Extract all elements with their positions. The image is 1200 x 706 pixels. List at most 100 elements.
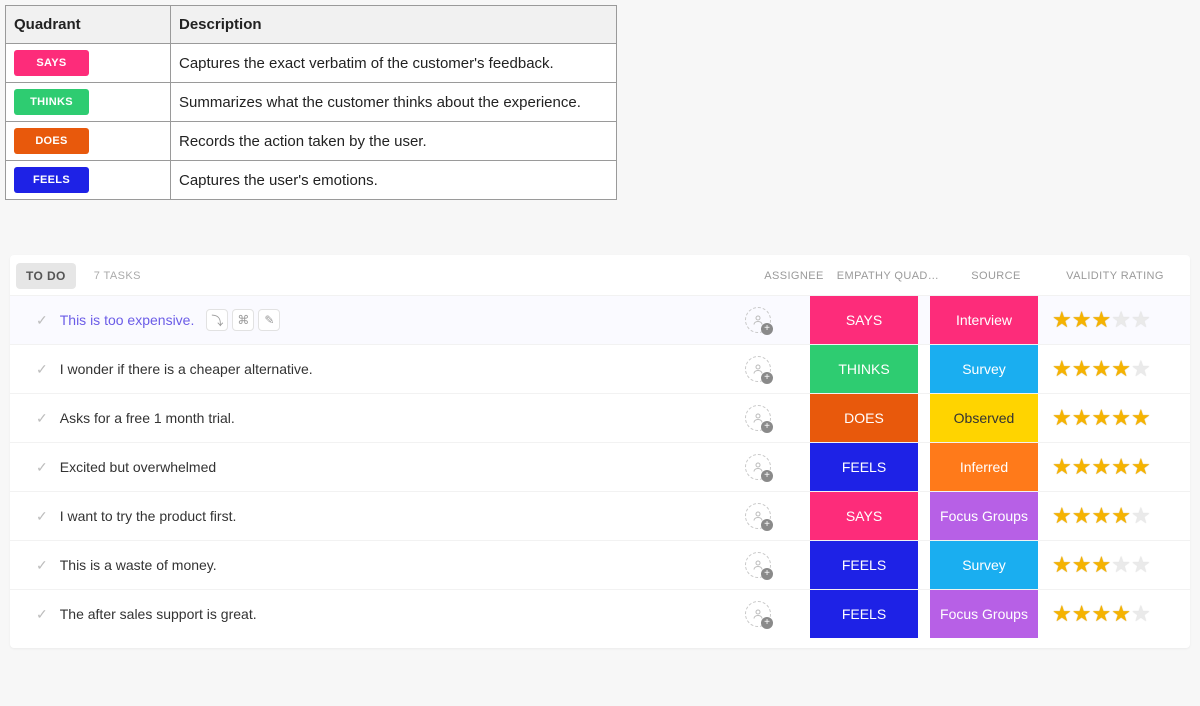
star-icon[interactable]: ★ [1072,554,1092,576]
star-icon[interactable]: ★ [1072,407,1092,429]
star-icon[interactable]: ★ [1131,407,1151,429]
assignee-add-icon[interactable] [745,552,771,578]
star-icon[interactable]: ★ [1052,358,1072,380]
assignee-cell[interactable] [718,503,798,529]
star-icon[interactable]: ★ [1052,554,1072,576]
task-row[interactable]: ✓ The after sales support is great. FEELSF… [10,589,1190,638]
star-icon[interactable]: ★ [1131,358,1151,380]
star-icon[interactable]: ★ [1072,358,1092,380]
quad-description: Summarizes what the customer thinks abou… [171,83,617,122]
source-cell[interactable]: Observed [930,394,1038,442]
star-icon[interactable]: ★ [1072,603,1092,625]
star-icon[interactable]: ★ [1072,456,1092,478]
star-icon[interactable]: ★ [1052,603,1072,625]
star-icon[interactable]: ★ [1052,309,1072,331]
assignee-add-icon[interactable] [745,601,771,627]
star-icon[interactable]: ★ [1091,554,1111,576]
assignee-add-icon[interactable] [745,307,771,333]
star-icon[interactable]: ★ [1111,554,1131,576]
star-icon[interactable]: ★ [1131,603,1151,625]
star-icon[interactable]: ★ [1131,554,1151,576]
star-icon[interactable]: ★ [1111,456,1131,478]
empathy-quadrant-cell[interactable]: DOES [810,394,918,442]
empathy-quadrant-cell[interactable]: FEELS [810,443,918,491]
empathy-quadrant-cell[interactable]: SAYS [810,492,918,540]
tag-icon[interactable]: ⌘ [232,309,254,331]
star-icon[interactable]: ★ [1111,358,1131,380]
check-icon[interactable]: ✓ [36,508,48,525]
star-icon[interactable]: ★ [1091,603,1111,625]
star-icon[interactable]: ★ [1072,505,1092,527]
star-icon[interactable]: ★ [1072,309,1092,331]
check-icon[interactable]: ✓ [36,410,48,427]
source-cell[interactable]: Survey [930,345,1038,393]
star-icon[interactable]: ★ [1131,309,1151,331]
star-icon[interactable]: ★ [1091,407,1111,429]
validity-rating-cell[interactable]: ★★★★★ [1050,554,1180,576]
empathy-quadrant-cell[interactable]: THINKS [810,345,918,393]
validity-rating-cell[interactable]: ★★★★★ [1050,407,1180,429]
star-icon[interactable]: ★ [1111,505,1131,527]
source-cell[interactable]: Inferred [930,443,1038,491]
validity-rating-cell[interactable]: ★★★★★ [1050,358,1180,380]
star-icon[interactable]: ★ [1131,505,1151,527]
task-row[interactable]: ✓ I want to try the product first. SAYSFoc… [10,491,1190,540]
column-header-source[interactable]: SOURCE [942,270,1050,282]
validity-rating-cell[interactable]: ★★★★★ [1050,603,1180,625]
star-icon[interactable]: ★ [1091,358,1111,380]
column-header-empathy-quadrant[interactable]: EMPATHY QUAD… [834,270,942,282]
empathy-quadrant-cell[interactable]: FEELS [810,590,918,638]
star-icon[interactable]: ★ [1091,309,1111,331]
assignee-add-icon[interactable] [745,405,771,431]
task-title[interactable]: I wonder if there is a cheaper alternati… [60,361,313,377]
task-title[interactable]: Asks for a free 1 month trial. [60,410,235,426]
assignee-cell[interactable] [718,356,798,382]
star-icon[interactable]: ★ [1052,505,1072,527]
validity-rating-cell[interactable]: ★★★★★ [1050,456,1180,478]
assignee-add-icon[interactable] [745,503,771,529]
star-icon[interactable]: ★ [1091,456,1111,478]
assignee-cell[interactable] [718,405,798,431]
task-title[interactable]: This is too expensive. [60,312,195,328]
task-row[interactable]: ✓This is a waste of money.FEELSSurvey★★★… [10,540,1190,589]
check-icon[interactable]: ✓ [36,606,48,623]
task-row[interactable]: ✓ Asks for a free 1 month trial. DOESObser… [10,393,1190,442]
task-title[interactable]: I want to try the product first. [60,508,237,524]
assignee-cell[interactable] [718,454,798,480]
column-header-assignee[interactable]: ASSIGNEE [754,270,834,282]
check-icon[interactable]: ✓ [36,459,48,476]
star-icon[interactable]: ★ [1111,407,1131,429]
source-cell[interactable]: Focus Groups [930,492,1038,540]
assignee-add-icon[interactable] [745,356,771,382]
edit-icon[interactable]: ✎ [258,309,280,331]
validity-rating-cell[interactable]: ★★★★★ [1050,505,1180,527]
assignee-add-icon[interactable] [745,454,771,480]
star-icon[interactable]: ★ [1111,309,1131,331]
subtask-icon[interactable]: ⤵ [206,309,228,331]
star-icon[interactable]: ★ [1052,456,1072,478]
check-icon[interactable]: ✓ [36,361,48,378]
validity-rating-cell[interactable]: ★★★★★ [1050,309,1180,331]
column-header-validity[interactable]: VALIDITY RATING [1050,270,1180,282]
empathy-quadrant-cell[interactable]: SAYS [810,296,918,344]
check-icon[interactable]: ✓ [36,557,48,574]
source-cell[interactable]: Interview [930,296,1038,344]
task-row[interactable]: ✓ I wonder if there is a cheaper alternat… [10,344,1190,393]
task-title[interactable]: Excited but overwhelmed [60,459,216,475]
star-icon[interactable]: ★ [1091,505,1111,527]
star-icon[interactable]: ★ [1111,603,1131,625]
status-pill-todo[interactable]: TO DO [16,263,76,289]
assignee-cell[interactable] [718,552,798,578]
task-row[interactable]: ✓Excited but overwhelmedFEELSInferred★★★… [10,442,1190,491]
source-cell[interactable]: Focus Groups [930,590,1038,638]
task-title[interactable]: This is a waste of money. [60,557,217,573]
task-title[interactable]: The after sales support is great. [60,606,257,622]
empathy-quadrant-cell[interactable]: FEELS [810,541,918,589]
check-icon[interactable]: ✓ [36,312,48,329]
assignee-cell[interactable] [718,601,798,627]
assignee-cell[interactable] [718,307,798,333]
star-icon[interactable]: ★ [1052,407,1072,429]
star-icon[interactable]: ★ [1131,456,1151,478]
source-cell[interactable]: Survey [930,541,1038,589]
task-row[interactable]: ✓ This is too expensive. ⤵⌘✎ SAYSInterview ★… [10,295,1190,344]
